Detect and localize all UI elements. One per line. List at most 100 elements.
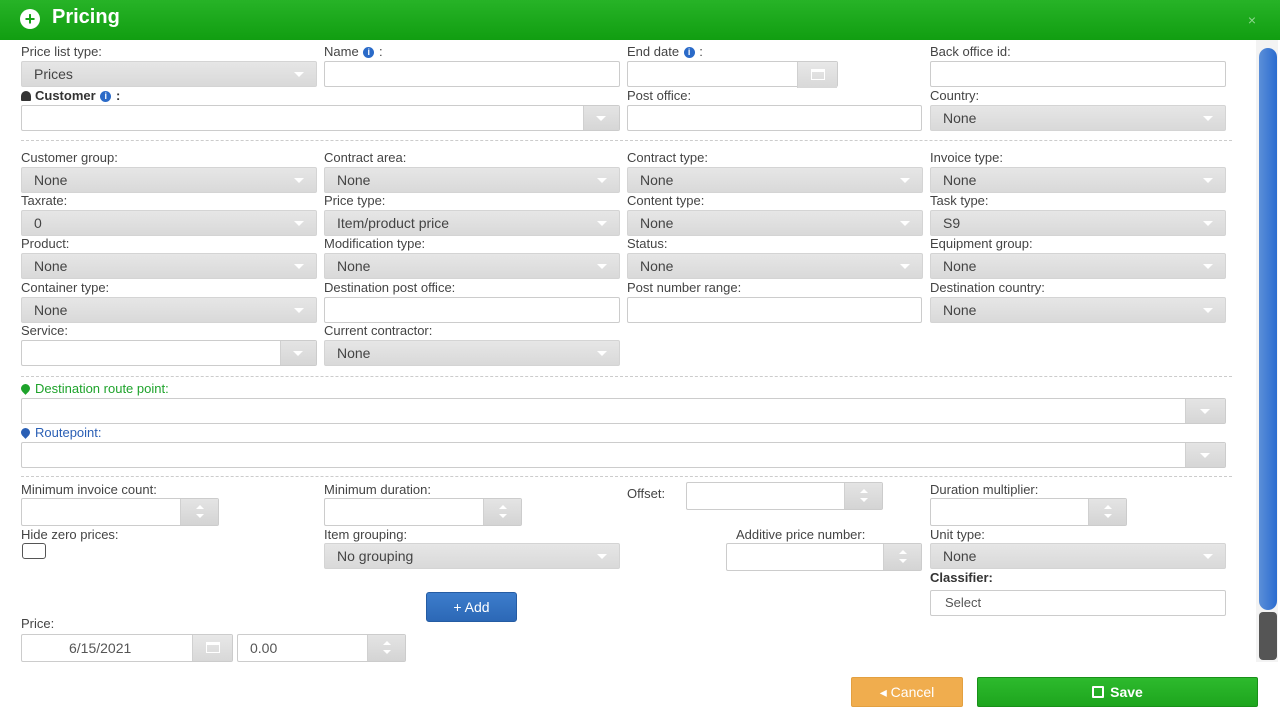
label-destination-post-office: Destination post office: — [324, 280, 456, 295]
label-customer-group: Customer group: — [21, 150, 118, 165]
price-date-input[interactable]: 6/15/2021 — [21, 634, 233, 662]
label-price-type: Price type: — [324, 193, 386, 208]
current-contractor-select[interactable]: None — [324, 340, 620, 366]
service-dropdown-button[interactable] — [280, 341, 316, 365]
arrow-down-icon — [860, 498, 868, 502]
arrow-down-icon — [499, 514, 507, 518]
customer-dropdown-button[interactable] — [583, 106, 619, 130]
back-office-id-input[interactable] — [930, 61, 1226, 87]
add-price-button[interactable]: + Add — [426, 592, 517, 622]
info-icon[interactable]: i — [100, 91, 112, 102]
arrow-up-icon — [196, 505, 204, 509]
label-routepoint-text: Routepoint: — [35, 425, 102, 440]
chevron-down-icon — [597, 351, 607, 356]
task-type-select[interactable]: S9 — [930, 210, 1226, 236]
label-country: Country: — [930, 88, 980, 103]
calendar-button[interactable] — [797, 62, 837, 88]
spinner-buttons[interactable] — [1088, 499, 1126, 525]
destination-country-select[interactable]: None — [930, 297, 1226, 323]
scrollbar-thumb[interactable] — [1259, 48, 1277, 610]
classifier-select[interactable]: Select — [930, 590, 1226, 616]
info-icon[interactable]: i — [683, 47, 695, 58]
name-input[interactable] — [324, 61, 620, 87]
scrollbar-handle[interactable] — [1259, 612, 1277, 660]
routepoint-select[interactable] — [21, 442, 1226, 468]
label-customer-text: Customer — [35, 88, 96, 103]
container-type-select[interactable]: None — [21, 297, 317, 323]
price-list-type-select[interactable]: Prices — [21, 61, 317, 87]
arrow-up-icon — [383, 641, 391, 645]
chevron-down-icon — [597, 178, 607, 183]
label-taxrate: Taxrate: — [21, 193, 68, 208]
minimum-invoice-count-spinner[interactable] — [21, 498, 219, 526]
post-office-input[interactable] — [627, 105, 922, 131]
equipment-group-select[interactable]: None — [930, 253, 1226, 279]
country-select[interactable]: None — [930, 105, 1226, 131]
calendar-button[interactable] — [192, 635, 232, 661]
hide-zero-prices-checkbox[interactable] — [22, 543, 46, 559]
contract-area-select[interactable]: None — [324, 167, 620, 193]
chevron-down-icon — [1203, 308, 1213, 313]
cancel-button[interactable]: ◂ Cancel — [851, 677, 963, 707]
calendar-icon — [811, 69, 825, 80]
unit-type-select[interactable]: None — [930, 543, 1226, 569]
price-type-select[interactable]: Item/product price — [324, 210, 620, 236]
arrow-down-icon — [196, 514, 204, 518]
label-minimum-invoice-count: Minimum invoice count: — [21, 482, 157, 497]
product-value: None — [34, 258, 68, 274]
close-icon[interactable]: × — [1248, 12, 1256, 28]
chevron-down-icon — [597, 221, 607, 226]
arrow-up-icon — [899, 550, 907, 554]
chevron-down-icon — [1203, 116, 1213, 121]
spinner-buttons[interactable] — [844, 483, 882, 509]
destination-route-point-select[interactable] — [21, 398, 1226, 424]
status-select[interactable]: None — [627, 253, 923, 279]
label-name: Name i : — [324, 44, 383, 59]
invoice-type-select[interactable]: None — [930, 167, 1226, 193]
label-destination-route-point: Destination route point: — [19, 381, 169, 396]
customer-select[interactable] — [21, 105, 620, 131]
price-date-value: 6/15/2021 — [69, 640, 132, 656]
customer-group-select[interactable]: None — [21, 167, 317, 193]
plus-circle-icon: + — [20, 9, 40, 29]
destination-post-office-input[interactable] — [324, 297, 620, 323]
contract-type-value: None — [640, 172, 674, 188]
contract-type-select[interactable]: None — [627, 167, 923, 193]
offset-spinner[interactable] — [686, 482, 883, 510]
modification-type-value: None — [337, 258, 371, 274]
spinner-buttons[interactable] — [883, 544, 921, 570]
spinner-buttons[interactable] — [367, 635, 405, 661]
label-minimum-duration: Minimum duration: — [324, 482, 431, 497]
info-icon[interactable]: i — [363, 47, 375, 58]
additive-price-number-spinner[interactable] — [726, 543, 922, 571]
routepoint-dropdown-button[interactable] — [1185, 443, 1225, 467]
container-type-value: None — [34, 302, 68, 318]
service-select[interactable] — [21, 340, 317, 366]
label-post-office: Post office: — [627, 88, 692, 103]
content-type-select[interactable]: None — [627, 210, 923, 236]
end-date-input[interactable] — [627, 61, 838, 88]
product-select[interactable]: None — [21, 253, 317, 279]
spinner-buttons[interactable] — [483, 499, 521, 525]
price-amount-spinner[interactable]: 0.00 — [237, 634, 406, 662]
current-contractor-value: None — [337, 345, 371, 361]
label-classifier: Classifier: — [930, 570, 993, 585]
minimum-duration-spinner[interactable] — [324, 498, 522, 526]
save-button[interactable]: Save — [977, 677, 1258, 707]
destination-route-point-dropdown-button[interactable] — [1185, 399, 1225, 423]
section-divider — [21, 476, 1232, 477]
item-grouping-select[interactable]: No grouping — [324, 543, 620, 569]
modification-type-select[interactable]: None — [324, 253, 620, 279]
chevron-down-icon — [596, 116, 606, 121]
item-grouping-value: No grouping — [337, 548, 414, 564]
chevron-down-icon — [900, 178, 910, 183]
duration-multiplier-spinner[interactable] — [930, 498, 1127, 526]
chevron-down-icon — [294, 221, 304, 226]
label-hide-zero-prices: Hide zero prices: — [21, 527, 119, 542]
post-number-range-input[interactable] — [627, 297, 922, 323]
spinner-buttons[interactable] — [180, 499, 218, 525]
label-offset: Offset: — [627, 486, 666, 501]
taxrate-select[interactable]: 0 — [21, 210, 317, 236]
label-destination-country: Destination country: — [930, 280, 1045, 295]
chevron-down-icon — [1203, 178, 1213, 183]
